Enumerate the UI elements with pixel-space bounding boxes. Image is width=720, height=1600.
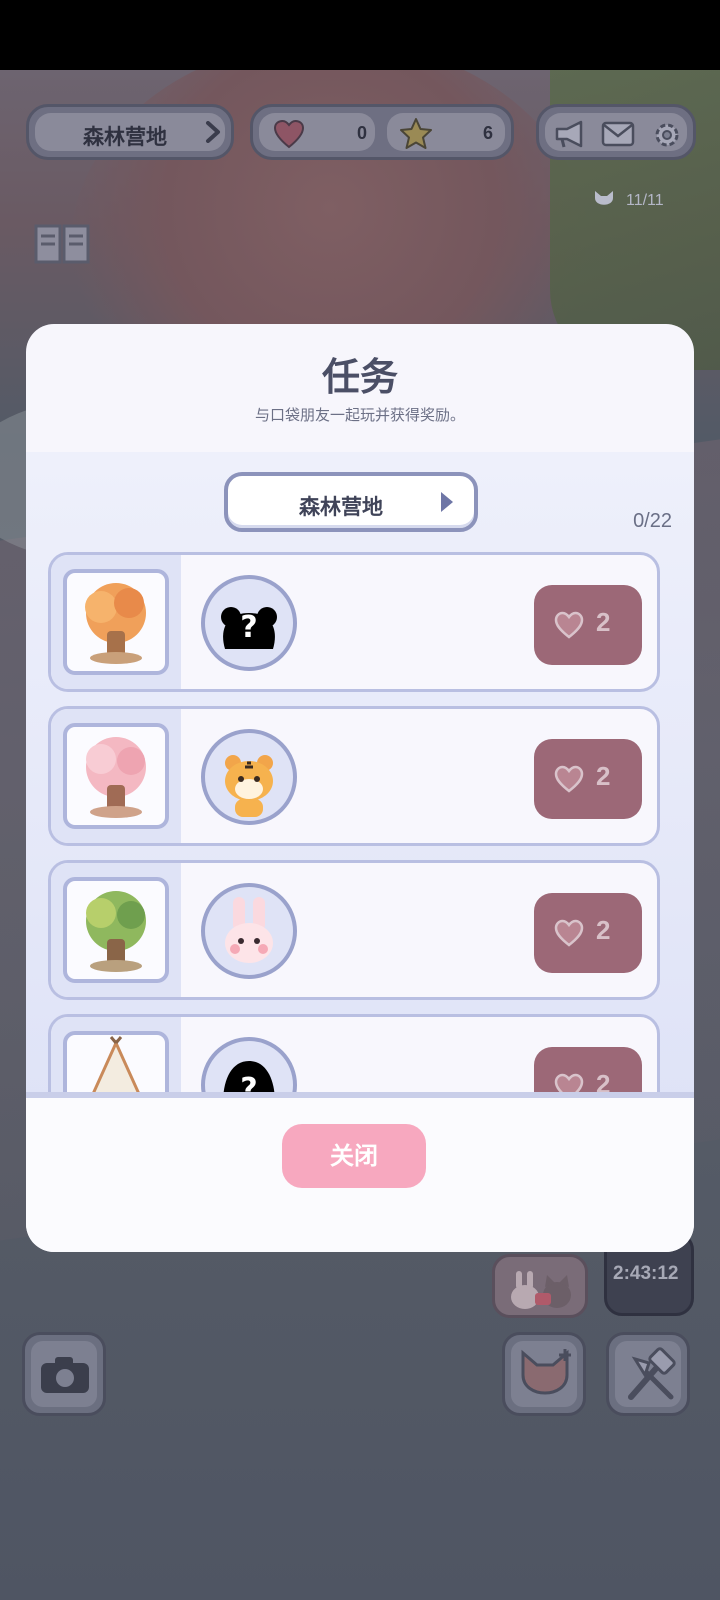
- dialog-title: 任务: [321, 355, 398, 399]
- currency-bar: 0 6: [250, 104, 514, 160]
- heart-icon: [273, 119, 305, 149]
- gear-icon[interactable]: [651, 119, 683, 151]
- timer-text: 2:43:12: [613, 1263, 679, 1284]
- unknown-silhouette-icon: ?: [221, 607, 277, 649]
- teepee-tent-icon: [88, 1036, 144, 1100]
- tasks-dialog: 任务 与口袋朋友一起玩并获得奖励。 森林营地 0/22 ? 2 2 2 ? 2 …: [26, 324, 694, 1252]
- task-card: 2: [48, 706, 660, 846]
- build-tools-button[interactable]: [606, 1332, 690, 1416]
- autumn-tree-icon: [85, 583, 146, 664]
- add-cat-button[interactable]: [502, 1332, 586, 1416]
- green-tree-thumbnail: [63, 877, 169, 983]
- heart-outline-icon: [554, 919, 584, 947]
- stars-count: 6: [483, 123, 494, 143]
- cat-add-icon: [521, 1349, 571, 1395]
- reward-amount: 2: [596, 607, 611, 637]
- tiger-icon: [225, 755, 273, 817]
- mail-icon[interactable]: [601, 121, 635, 147]
- heart-outline-icon: [554, 765, 584, 793]
- unknown-friend-avatar: ?: [201, 575, 297, 671]
- tiger-friend-avatar: [201, 729, 297, 825]
- cat-capacity-badge: 11/11: [588, 186, 684, 218]
- autumn-tree-thumbnail: [63, 569, 169, 675]
- cat-capacity-count: 11/11: [626, 192, 664, 209]
- unknown-friend-avatar: ?: [201, 1037, 297, 1100]
- cherry-tree-thumbnail: [63, 723, 169, 829]
- dialog-subtitle: 与口袋朋友一起玩并获得奖励。: [254, 406, 465, 424]
- area-name-label: 森林营地: [83, 126, 167, 149]
- task-card: ? 2: [48, 1014, 660, 1100]
- megaphone-icon[interactable]: [553, 119, 587, 149]
- area-selector-label: 森林营地: [299, 495, 383, 519]
- camera-icon: [41, 1357, 89, 1393]
- bunny-cat-icon: [511, 1271, 571, 1309]
- reward-amount: 2: [596, 915, 611, 945]
- heart-outline-icon: [554, 611, 584, 639]
- close-button[interactable]: 关闭: [282, 1124, 426, 1188]
- chevron-right-icon: [441, 492, 453, 512]
- book-icon[interactable]: [32, 220, 92, 266]
- area-selector-button[interactable]: 森林营地: [224, 472, 478, 532]
- reward-button[interactable]: 2: [534, 739, 642, 819]
- camera-button[interactable]: [22, 1332, 106, 1416]
- green-tree-icon: [86, 891, 146, 972]
- task-progress: 0/22: [633, 510, 672, 532]
- svg-text:?: ?: [240, 610, 257, 645]
- task-list[interactable]: ? 2 2 2 ? 2: [48, 552, 660, 1100]
- cherry-blossom-tree-icon: [86, 737, 146, 818]
- task-card: ? 2: [48, 552, 660, 692]
- cat-head-icon: [595, 191, 613, 205]
- hammer-shovel-icon: [628, 1347, 676, 1400]
- reward-amount: 2: [596, 761, 611, 791]
- bunny-friend-avatar: [201, 883, 297, 979]
- top-right-menu: [536, 104, 696, 160]
- star-icon: [400, 118, 432, 149]
- status-bar: [0, 0, 720, 70]
- bunny-icon: [225, 897, 273, 963]
- area-name-button[interactable]: 森林营地: [26, 104, 234, 160]
- reward-button[interactable]: 2: [534, 893, 642, 973]
- ad-cats-bubble[interactable]: [492, 1254, 588, 1318]
- hearts-count: 0: [357, 123, 368, 143]
- chevron-right-icon: [206, 121, 220, 143]
- reward-button[interactable]: 2: [534, 585, 642, 665]
- teepee-thumbnail: [63, 1031, 169, 1100]
- task-card: 2: [48, 860, 660, 1000]
